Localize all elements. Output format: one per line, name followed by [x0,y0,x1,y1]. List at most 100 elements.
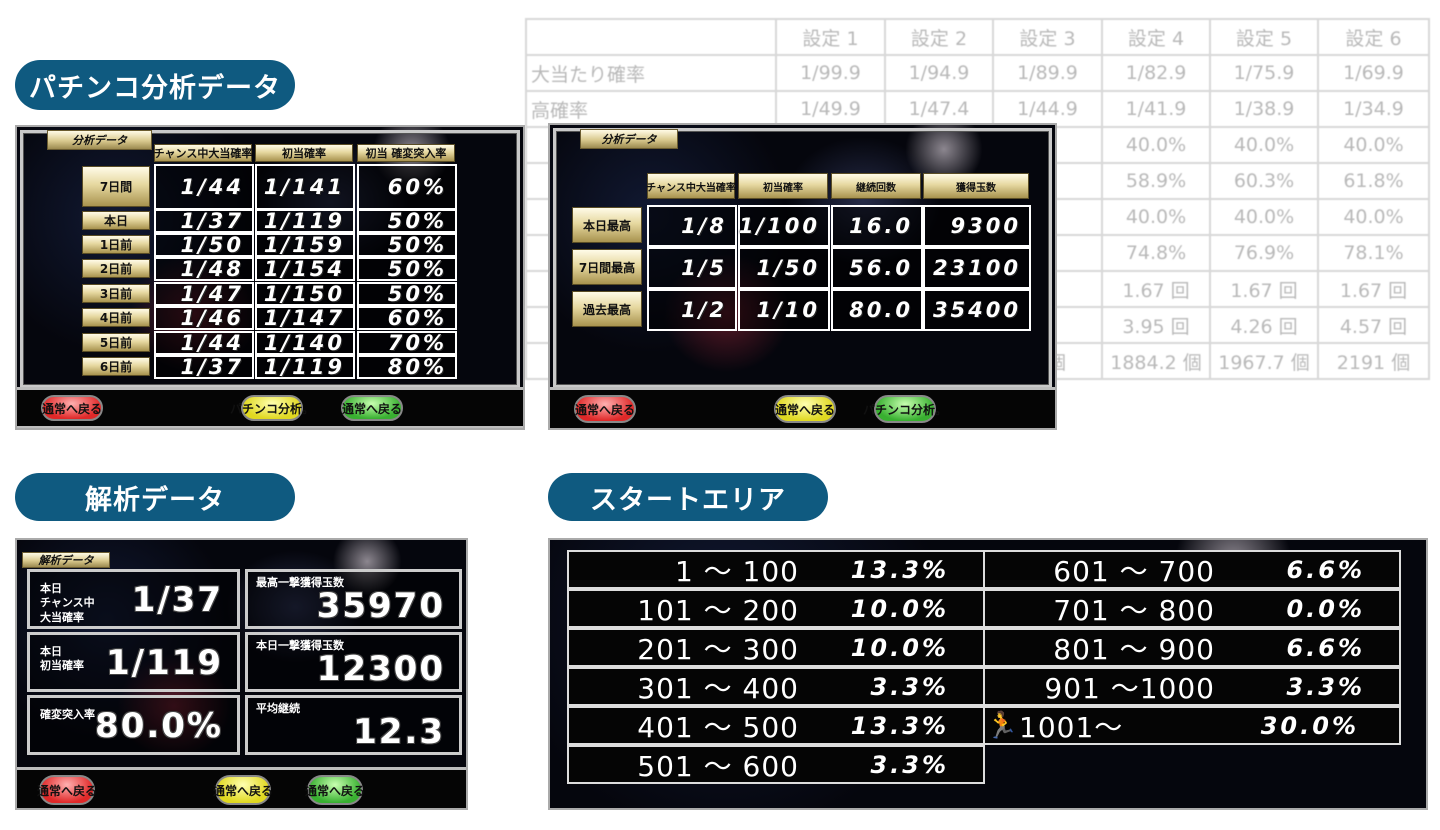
data-cell-rate: 70% [357,331,457,355]
row-label: 本日 [82,211,150,230]
data-cell-rate: 80% [357,355,457,379]
data-cell-cont: 56.0 [831,247,923,289]
back-button-red[interactable]: 通常へ戻る [574,395,636,423]
stat-label: 確変突入率 [40,708,95,721]
stat-box: 本日 チャンス中 大当確率 1/37 [27,569,240,629]
panel-tab: 分析データ [580,129,678,149]
data-cell-cont: 80.0 [831,289,923,331]
table-cell: 1/69.9 [1317,54,1430,92]
table-cell: 3.95 回 [1101,306,1211,344]
table-cell: 1.67 回 [1209,270,1319,308]
percent-value: 6.6% [1286,555,1365,584]
column-header: 初当確率 [255,144,353,162]
table-cell: 40.0% [1101,198,1211,236]
data-cell-chance: 1/37 [154,209,254,233]
row-label: 5日前 [82,333,150,352]
back-button-green[interactable]: 通常へ戻る [341,395,403,421]
data-cell-first: 1/159 [255,233,355,257]
back-button-green[interactable]: パチンコ分析。 [863,395,947,423]
heading-pachinko-analysis: パチンコ分析データ [15,60,295,110]
table-cell: 40.0% [1317,126,1430,164]
table-cell: 1/99.9 [775,54,886,92]
header-cell: 設定 5 [1209,18,1319,56]
percent-value: 10.0% [850,633,949,662]
data-cell-rate: 50% [357,233,457,257]
data-cell-chance: 1/48 [154,257,254,281]
table-cell: 61.8% [1317,162,1430,200]
data-cell-chance: 1/5 [647,247,737,289]
percent-value: 3.3% [870,750,949,779]
table-cell: 高確率 [525,90,777,128]
panel-best-records: 分析データ チャンス中大当確率 初当確率 継続回数 獲得玉数 本日最高 1/8 1/100 16… [548,123,1057,430]
range-label: 401 ～ 500 [637,710,799,744]
table-cell: 1967.7 個 [1209,342,1319,380]
table-row: 大当たり確率 1/99.9 1/94.9 1/89.9 1/82.9 1/75.9 1/69… [525,54,1430,92]
stat-value: 1/37 [131,580,223,620]
data-cell-chance: 1/37 [154,355,254,379]
table-cell: 1/82.9 [1101,54,1211,92]
table-cell: 58.9% [1101,162,1211,200]
range-label: 1 ～ 100 [674,554,799,588]
back-button-green[interactable]: 通常へ戻る [305,775,365,805]
data-cell-chance: 1/46 [154,306,254,330]
back-button-red[interactable]: 通常へ戻る [41,395,103,421]
stat-value: 12300 [316,649,445,689]
table-cell: 1/44.9 [992,90,1103,128]
stat-label: 本日 チャンス中 大当確率 [40,582,95,624]
data-cell-first: 1/50 [738,247,830,289]
table-cell: 2191 個 [1317,342,1430,380]
table-cell: 40.0% [1317,198,1430,236]
column-header: 獲得玉数 [923,173,1029,199]
row-label: 7日間最高 [572,249,642,285]
heading-analysis: 解析データ [15,473,295,521]
back-button-yellow[interactable]: 通常へ戻る [774,395,836,423]
table-cell: 1/75.9 [1209,54,1319,92]
data-cell-balls: 35400 [923,289,1031,331]
percent-value: 3.3% [870,672,949,701]
start-area-row: 101 ～ 200 10.0% [567,589,985,628]
table-cell: 1/47.4 [884,90,994,128]
start-area-row: 1 ～ 100 13.3% [567,550,985,589]
back-button-yellow[interactable]: 通常へ戻る [213,775,273,805]
percent-value: 3.3% [1286,672,1365,701]
table-cell: 1.67 回 [1317,270,1430,308]
data-cell-first: 1/100 [738,205,830,247]
data-cell-chance: 1/50 [154,233,254,257]
range-label: 1001～ [1019,710,1124,744]
row-label: 過去最高 [572,291,642,327]
data-cell-chance: 1/44 [154,164,254,210]
header-cell: 設定 1 [775,18,886,56]
range-label: 701 ～ 800 [1053,593,1215,627]
range-label: 501 ～ 600 [637,749,799,783]
panel-tab: 解析データ [22,552,110,568]
data-cell-first: 1/154 [255,257,355,281]
table-cell: 40.0% [1209,126,1319,164]
start-area-row: 701 ～ 800 0.0% [983,589,1401,628]
stat-label: 本日 初当確率 [40,645,84,673]
percent-value: 6.6% [1286,633,1365,662]
row-label: 1日前 [82,235,150,254]
table-cell: 60.3% [1209,162,1319,200]
data-cell-first: 1/10 [738,289,830,331]
table-cell: 1/41.9 [1101,90,1211,128]
table-cell: 大当たり確率 [525,54,777,92]
running-man-icon: 🏃 [985,710,1019,741]
data-cell-first: 1/141 [255,164,355,210]
table-row: 高確率 1/49.9 1/47.4 1/44.9 1/41.9 1/38.9 1/34.9 [525,90,1430,128]
data-cell-first: 1/150 [255,282,355,306]
stat-value: 1/119 [105,643,223,683]
start-area-row: 901 ～1000 3.3% [983,667,1401,706]
row-label: 2日前 [82,259,150,278]
percent-value: 13.3% [850,555,949,584]
back-button-yellow[interactable]: パチンコ分析。 [230,395,314,421]
data-cell-rate: 50% [357,257,457,281]
percent-value: 0.0% [1286,594,1365,623]
back-button-red[interactable]: 通常へ戻る [37,775,97,805]
row-label: 本日最高 [572,207,642,243]
range-label: 601 ～ 700 [1053,554,1215,588]
table-cell: 1.67 回 [1101,270,1211,308]
column-header: 継続回数 [831,173,921,199]
table-header-row: 設定 1 設定 2 設定 3 設定 4 設定 5 設定 6 [525,18,1430,56]
range-label: 901 ～1000 [1044,671,1215,705]
stat-label: 平均継続 [256,702,300,715]
